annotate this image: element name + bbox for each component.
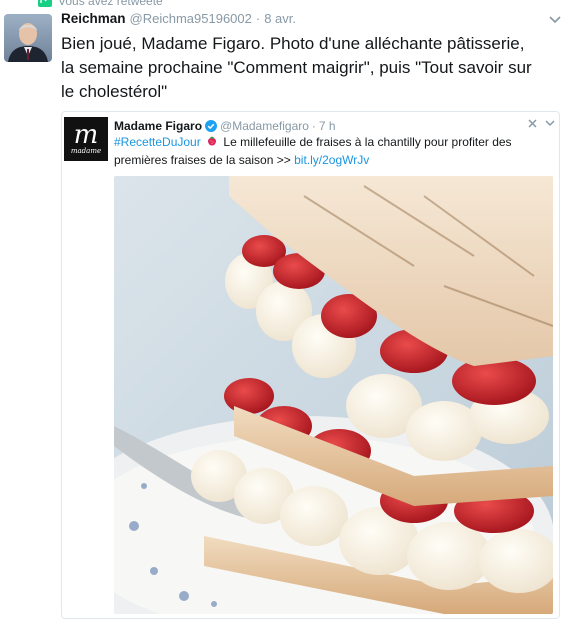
avatar[interactable] xyxy=(4,14,52,62)
logo-subtext: madame xyxy=(70,147,102,155)
quoted-tweet-controls xyxy=(527,118,555,128)
short-link[interactable]: bit.ly/2ogWrJv xyxy=(294,153,369,167)
logo-letter: m xyxy=(73,120,99,150)
retweet-icon xyxy=(38,0,52,7)
retweet-banner-text: Vous avez retweeté xyxy=(58,0,163,8)
quoted-tweet-time[interactable]: 7 h xyxy=(319,119,336,133)
retweet-banner: Vous avez retweeté xyxy=(38,0,163,8)
tweet-text: Bien joué, Madame Figaro. Photo d'une al… xyxy=(61,34,532,101)
quoted-author-name[interactable]: Madame Figaro xyxy=(114,119,202,133)
quoted-separator: · xyxy=(311,119,316,133)
quoted-tweet-text: #RecetteDuJour Le millefeuille de fraise… xyxy=(114,133,552,169)
chevron-down-icon[interactable] xyxy=(545,118,555,128)
close-icon[interactable] xyxy=(527,118,537,128)
millefeuille-photo[interactable] xyxy=(114,176,553,614)
author-name[interactable]: Reichman xyxy=(61,11,126,26)
tweet-date[interactable]: 8 avr. xyxy=(264,11,296,26)
verified-badge-icon xyxy=(205,120,218,132)
quoted-author-handle[interactable]: @Madamefigaro xyxy=(220,119,309,133)
author-handle[interactable]: @Reichma95196002 xyxy=(130,11,252,26)
quoted-tweet-card[interactable]: m madame Madame Figaro @Madamefigaro · 7… xyxy=(61,111,560,619)
header-separator: · xyxy=(255,11,261,26)
quoted-tweet-header: Madame Figaro @Madamefigaro · 7 h xyxy=(114,118,336,134)
madame-figaro-logo[interactable]: m madame xyxy=(64,117,108,161)
tweet-header: Reichman @Reichma95196002 · 8 avr. xyxy=(61,11,557,29)
hashtag-link[interactable]: #RecetteDuJour xyxy=(114,135,201,149)
chevron-down-icon[interactable] xyxy=(547,14,563,26)
strawberry-emoji-icon xyxy=(206,134,218,146)
